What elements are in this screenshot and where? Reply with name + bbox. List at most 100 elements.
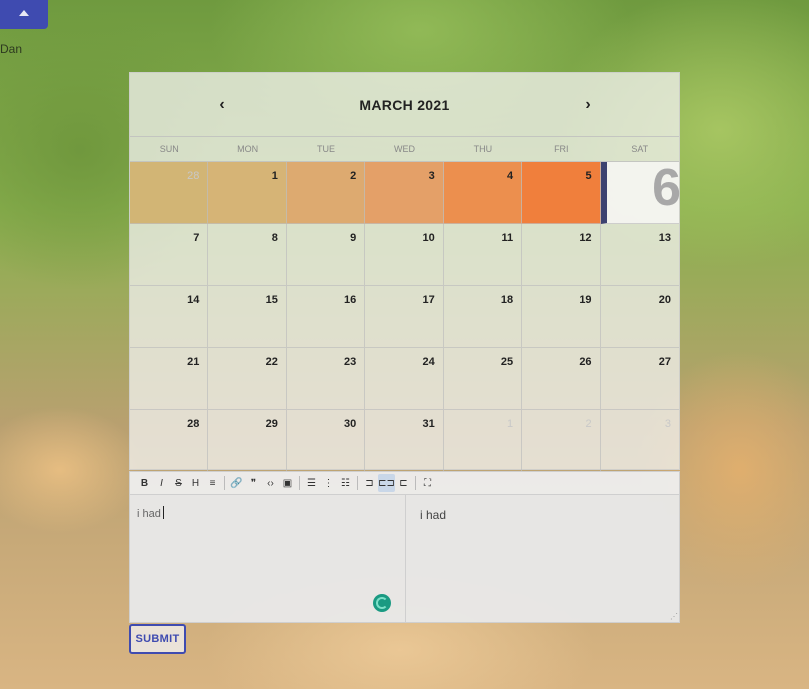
day-number: 5 — [585, 170, 592, 182]
calendar-day[interactable]: 9 — [286, 224, 366, 286]
calendar-day[interactable]: 16 — [286, 286, 366, 348]
italic-icon[interactable]: I — [153, 474, 170, 492]
code-icon[interactable]: ‹› — [262, 474, 279, 492]
editor-input-pane[interactable]: i had — [130, 495, 406, 622]
strikethrough-icon[interactable]: S — [170, 474, 187, 492]
day-number: 19 — [579, 294, 592, 306]
calendar-day[interactable]: 11 — [443, 224, 523, 286]
calendar-day-today[interactable]: 6 — [600, 159, 681, 224]
calendar-day[interactable]: 7 — [130, 224, 209, 286]
calendar-day[interactable]: 18 — [443, 286, 523, 348]
day-number: 22 — [265, 356, 278, 368]
day-number: 20 — [658, 294, 671, 306]
prev-month-button[interactable]: ‹ — [212, 95, 232, 115]
day-number: 11 — [501, 232, 514, 244]
day-number: 16 — [344, 294, 357, 306]
calendar-day[interactable]: 28 — [130, 410, 209, 472]
bullet-list-icon[interactable]: ☰ — [303, 474, 320, 492]
weekday-sun: SUN — [159, 144, 179, 154]
bold-icon[interactable]: B — [136, 474, 153, 492]
day-number: 8 — [271, 232, 278, 244]
calendar-day[interactable]: 31 — [365, 410, 444, 472]
toolbar-separator — [357, 476, 358, 490]
calendar-day[interactable]: 2 — [286, 162, 366, 224]
calendar-day[interactable]: 21 — [130, 348, 209, 410]
calendar-day[interactable]: 5 — [522, 162, 601, 224]
calendar-day[interactable]: 4 — [443, 162, 523, 224]
menu-toggle-button[interactable] — [0, 0, 48, 29]
resize-grip-icon[interactable]: ⋰ — [670, 612, 678, 621]
side-by-side-icon[interactable]: ⊏⊐ — [378, 474, 395, 492]
toolbar-separator — [415, 476, 416, 490]
calendar-day[interactable]: 10 — [365, 224, 444, 286]
fullscreen-icon[interactable]: ⛶ — [419, 474, 436, 492]
markdown-editor: i had i had ⋰ — [129, 495, 680, 623]
image-icon[interactable]: ▣ — [279, 474, 296, 492]
quote-icon[interactable]: ❞ — [245, 474, 262, 492]
caret-up-icon — [19, 9, 29, 16]
day-number: 7 — [193, 232, 200, 244]
submit-button[interactable]: SUBMIT — [129, 624, 186, 654]
preview-mode-icon[interactable]: ⊏ — [395, 474, 412, 492]
user-name: Dan — [0, 42, 23, 56]
heading-icon[interactable]: H — [187, 474, 204, 492]
calendar-day[interactable]: 25 — [443, 348, 523, 410]
loading-spinner-icon — [373, 594, 391, 612]
day-number: 1 — [507, 418, 514, 430]
day-number: 21 — [187, 356, 200, 368]
editor-input-text: i had — [137, 508, 161, 520]
calendar-day[interactable]: 29 — [208, 410, 287, 472]
calendar-day[interactable]: 3 — [365, 162, 444, 224]
day-number: 9 — [350, 232, 357, 244]
numbered-list-icon[interactable]: ⋮ — [320, 474, 337, 492]
day-number: 6 — [652, 159, 681, 217]
weekday-thu: THU — [473, 144, 493, 154]
weekday-wed: WED — [393, 144, 415, 154]
calendar-day[interactable]: 23 — [286, 348, 366, 410]
calendar-day[interactable]: 14 — [130, 286, 209, 348]
calendar-day[interactable]: 1 — [208, 162, 287, 224]
day-number: 27 — [658, 356, 671, 368]
day-number: 3 — [664, 418, 671, 430]
calendar-day[interactable]: 20 — [600, 286, 679, 348]
calendar: ‹ MARCH 2021 › SUN MON TUE WED THU FRI SAT 28 1… — [129, 72, 681, 472]
editor-preview-pane: i had — [406, 495, 679, 622]
next-month-button[interactable]: › — [578, 95, 598, 115]
day-number: 2 — [350, 170, 357, 182]
calendar-day[interactable]: 17 — [365, 286, 444, 348]
calendar-day[interactable]: 3 — [600, 410, 679, 472]
calendar-day[interactable]: 30 — [286, 410, 366, 472]
edit-mode-icon[interactable]: ⊐ — [361, 474, 378, 492]
link-icon[interactable]: 🔗 — [228, 474, 245, 492]
calendar-day[interactable]: 28 — [130, 162, 209, 224]
day-number: 2 — [585, 418, 592, 430]
day-number: 25 — [500, 356, 514, 368]
calendar-day[interactable]: 19 — [522, 286, 601, 348]
text-caret — [162, 506, 164, 520]
weekday-tue: TUE — [317, 144, 336, 154]
day-number: 3 — [428, 170, 435, 182]
calendar-day[interactable]: 27 — [600, 348, 679, 410]
calendar-day[interactable]: 13 — [600, 224, 679, 286]
day-number: 15 — [265, 294, 278, 306]
calendar-day[interactable]: 1 — [443, 410, 523, 472]
toolbar-separator — [224, 476, 225, 490]
paragraph-icon[interactable]: ≡ — [204, 474, 221, 492]
calendar-day[interactable]: 24 — [365, 348, 444, 410]
calendar-day[interactable]: 15 — [208, 286, 287, 348]
day-number: 18 — [500, 294, 514, 306]
calendar-day[interactable]: 22 — [208, 348, 287, 410]
calendar-day[interactable]: 2 — [522, 410, 601, 472]
day-number: 17 — [422, 294, 435, 306]
calendar-day[interactable]: 12 — [522, 224, 601, 286]
editor-toolbar: B I S H ≡ 🔗 ❞ ‹› ▣ ☰ ⋮ ☷ ⊐ ⊏⊐ ⊏ ⛶ — [129, 471, 680, 495]
day-number: 30 — [344, 418, 357, 430]
checklist-icon[interactable]: ☷ — [337, 474, 354, 492]
calendar-header: ‹ MARCH 2021 › — [130, 73, 679, 136]
editor-preview-text: i had — [420, 508, 447, 522]
day-number: 29 — [265, 418, 278, 430]
calendar-day[interactable]: 26 — [522, 348, 601, 410]
calendar-day[interactable]: 8 — [208, 224, 287, 286]
day-number: 31 — [422, 418, 435, 430]
day-number: 14 — [187, 294, 200, 306]
